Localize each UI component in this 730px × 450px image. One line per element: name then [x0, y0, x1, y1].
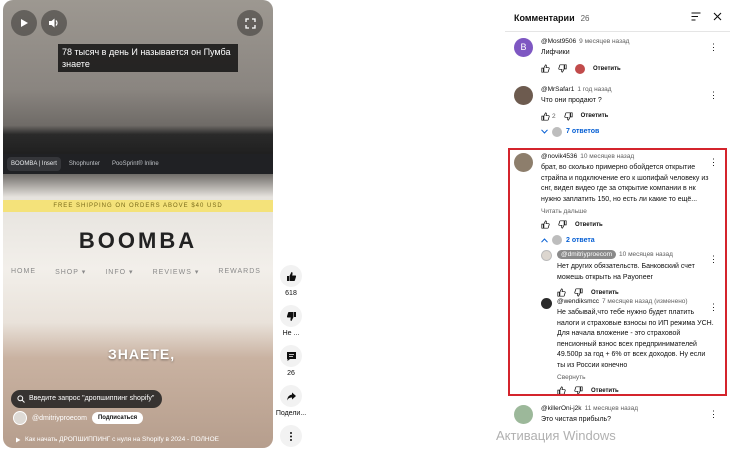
- browser-tab: Shophunter: [68, 161, 100, 167]
- comment-body: @Most9506 9 месяцев назад Лифчики Ответит…: [541, 38, 711, 74]
- comment-menu-icon[interactable]: ⋮: [709, 90, 718, 101]
- dislike-action[interactable]: Не ...: [276, 305, 306, 337]
- replies-count: 7 ответов: [566, 128, 600, 135]
- comments-count-header: 26: [580, 14, 590, 23]
- comment-author[interactable]: @killerOni-j2k: [541, 405, 582, 412]
- reply-button[interactable]: Ответить: [581, 113, 609, 119]
- thumbs-up-icon[interactable]: [541, 111, 550, 121]
- browser-tab: BOOMBA | Insert: [7, 157, 61, 171]
- browser-tab: PooSprint® Inline: [111, 161, 159, 167]
- like-count: 2: [552, 112, 556, 120]
- comment-text: Это чистая прибыль?: [541, 416, 612, 423]
- like-action[interactable]: 618: [276, 265, 306, 297]
- channel-row: @dmitriyproecom Подписаться: [13, 411, 144, 425]
- close-icon[interactable]: [713, 12, 722, 21]
- comment-time[interactable]: 1 год назад: [577, 86, 611, 93]
- video-title-link[interactable]: Как начать ДРОПШИППИНГ с нуля на Shopify…: [15, 436, 219, 443]
- comment-menu-icon[interactable]: ⋮: [709, 409, 718, 420]
- thumbs-up-icon: [286, 271, 296, 281]
- play-icon: [21, 19, 28, 27]
- highlight-box: [508, 148, 727, 396]
- subscribe-button[interactable]: Подписаться: [91, 412, 144, 424]
- search-suggestion-text: Введите запрос "дропшиппинг shopify": [29, 395, 155, 402]
- comment-meta: @Most9506 9 месяцев назад: [541, 38, 711, 45]
- header-divider: [505, 31, 730, 32]
- play-button[interactable]: [11, 10, 37, 36]
- channel-name[interactable]: @dmitriyproecom: [32, 415, 87, 422]
- dislike-label: Не ...: [282, 330, 300, 337]
- comments-button[interactable]: [280, 345, 302, 367]
- comments-action[interactable]: 26: [276, 345, 306, 377]
- search-suggestion-chip[interactable]: Введите запрос "дропшиппинг shopify": [11, 390, 163, 408]
- more-vert-icon: [290, 431, 292, 441]
- comment-author[interactable]: @MrSafar1: [541, 86, 574, 93]
- share-icon: [286, 392, 296, 400]
- comment-text: Лифчики: [541, 49, 570, 56]
- windows-activation-watermark: Активация Windows: [496, 428, 616, 443]
- site-nav: HOME SHOP ▾ INFO ▾ REVIEWS ▾ REWARDS: [11, 268, 261, 276]
- thumbs-down-icon: [286, 311, 296, 321]
- chevron-down-icon: [541, 129, 548, 134]
- creator-heart-avatar: [575, 63, 585, 74]
- creator-avatar: [552, 126, 562, 137]
- fullscreen-button[interactable]: [237, 10, 263, 36]
- site-nav-item: HOME: [11, 268, 36, 275]
- share-action[interactable]: Подели...: [276, 385, 306, 417]
- video-overlay-text: ЗНАЕТЕ,: [108, 346, 176, 362]
- reply-button[interactable]: Ответить: [593, 66, 621, 72]
- site-nav-item: INFO ▾: [105, 269, 134, 276]
- site-nav-item: REWARDS: [218, 268, 261, 275]
- comment-actions: 2 Ответить: [541, 111, 711, 121]
- thumbs-down-icon[interactable]: [558, 64, 567, 73]
- avatar[interactable]: [514, 86, 533, 105]
- dislike-button[interactable]: [280, 305, 302, 327]
- like-count: 618: [285, 290, 297, 297]
- comments-header: Комментарии 26: [514, 13, 590, 23]
- video-title-text: Как начать ДРОПШИППИНГ с нуля на Shopify…: [25, 436, 219, 443]
- comment-body: @killerOni-j2k 11 месяцев назад Это чиста…: [541, 405, 711, 426]
- play-small-icon: [16, 437, 21, 442]
- share-label: Подели...: [275, 410, 307, 417]
- site-nav-item: REVIEWS ▾: [152, 269, 200, 276]
- volume-button[interactable]: [41, 10, 67, 36]
- comment-meta: @killerOni-j2k 11 месяцев назад: [541, 405, 711, 412]
- thumbs-up-icon[interactable]: [541, 64, 550, 73]
- volume-icon: [49, 18, 58, 28]
- sort-icon[interactable]: [691, 12, 701, 21]
- comment-time[interactable]: 11 месяцев назад: [585, 405, 638, 412]
- comment-actions: Ответить: [541, 63, 711, 74]
- video-player[interactable]: 78 тысяч в день И называется он Пумба зн…: [3, 0, 273, 448]
- more-button[interactable]: [280, 425, 302, 447]
- comments-title: Комментарии: [514, 13, 575, 23]
- channel-avatar[interactable]: [13, 411, 27, 425]
- site-nav-item: SHOP ▾: [55, 269, 87, 276]
- thumbs-down-icon[interactable]: [564, 111, 573, 121]
- header-actions: [691, 12, 722, 21]
- comment-text: Что они продают ?: [541, 97, 602, 104]
- comment-body: @MrSafar1 1 год назад Что они продают ? 2…: [541, 86, 711, 137]
- like-button[interactable]: [280, 265, 302, 287]
- comment-author[interactable]: @Most9506: [541, 38, 576, 45]
- view-replies-button[interactable]: 7 ответов: [541, 126, 711, 137]
- fullscreen-icon: [244, 17, 256, 29]
- share-button[interactable]: [280, 385, 302, 407]
- search-icon: [17, 395, 25, 403]
- laptop-browser-tabs: BOOMBA | Insert Shophunter PooSprint® In…: [3, 154, 273, 174]
- comment-meta: @MrSafar1 1 год назад: [541, 86, 711, 93]
- shorts-actions: 618 Не ... 26 Подели...: [276, 265, 306, 450]
- avatar[interactable]: B: [514, 38, 533, 57]
- comment-time[interactable]: 9 месяцев назад: [579, 38, 629, 45]
- comment-icon: [286, 351, 296, 361]
- comment-menu-icon[interactable]: ⋮: [709, 42, 718, 53]
- video-caption: 78 тысяч в день И называется он Пумба зн…: [58, 44, 238, 72]
- comments-count: 26: [287, 370, 295, 377]
- site-promo-strip: FREE SHIPPING ON ORDERS ABOVE $40 USD: [3, 200, 273, 212]
- more-action[interactable]: [276, 425, 306, 447]
- site-logo: BOOMBA: [78, 228, 198, 253]
- avatar[interactable]: [514, 405, 533, 424]
